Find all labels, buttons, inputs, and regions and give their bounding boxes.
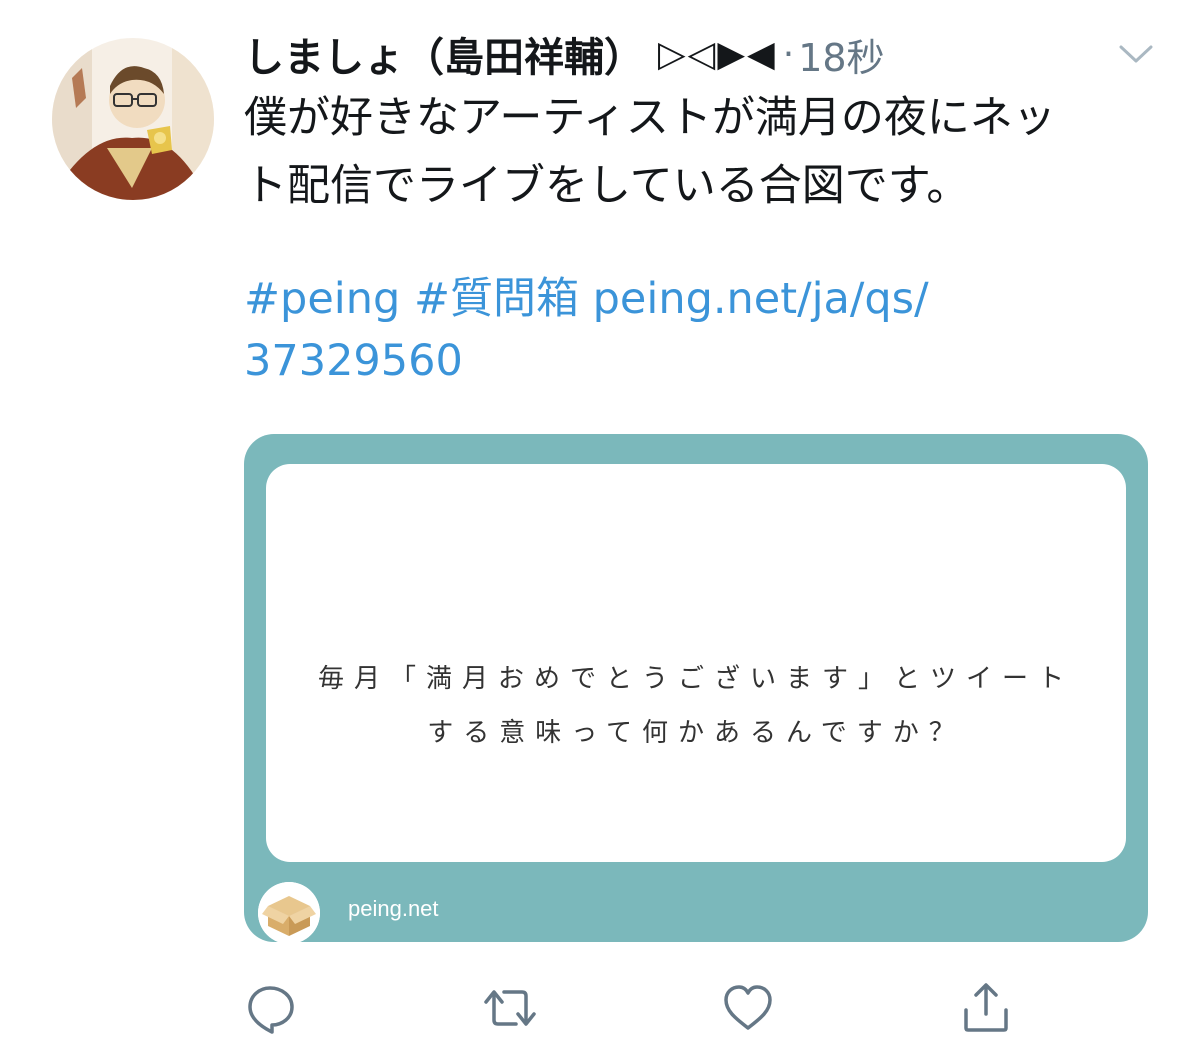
question-line: する意味って何かあるんですか？ — [427, 718, 965, 748]
avatar-photo — [52, 38, 214, 200]
link-line[interactable]: 37329560 — [244, 330, 1164, 392]
tweet: しましょ（島田祥輔） ▷◁▶◀ · 18秒 僕が好きなアーティストが満月の夜にネ… — [0, 0, 1200, 1061]
question-text: 毎月「満月おめでとうございます」とツイート する意味って何かあるんですか？ — [266, 652, 1126, 760]
retweet-icon[interactable] — [482, 980, 538, 1036]
tweet-links[interactable]: #peing #質問箱 peing.net/ja/qs/ 37329560 — [244, 268, 1164, 392]
action-bar — [0, 980, 1200, 1040]
separator-dot: · — [782, 33, 795, 75]
link-card[interactable]: 毎月「満月おめでとうございます」とツイート する意味って何かあるんですか？ pe… — [244, 434, 1148, 942]
tweet-text: 僕が好きなアーティストが満月の夜にネッ ト配信でライブをしている合図です。 — [244, 84, 1164, 220]
tweet-text-line: ト配信でライブをしている合図です。 — [244, 161, 970, 211]
question-line: 毎月「満月おめでとうございます」とツイート — [317, 664, 1074, 694]
reply-icon[interactable] — [242, 980, 298, 1036]
like-icon[interactable] — [720, 980, 776, 1036]
question-panel: 毎月「満月おめでとうございます」とツイート する意味って何かあるんですか？ — [266, 464, 1126, 862]
timestamp[interactable]: 18秒 — [798, 27, 884, 82]
avatar[interactable] — [52, 38, 214, 200]
share-icon[interactable] — [958, 980, 1014, 1036]
chevron-down-icon[interactable] — [1118, 42, 1154, 66]
tweet-text-line: 僕が好きなアーティストが満月の夜にネッ — [244, 93, 1056, 143]
name-symbols: ▷◁▶◀ — [658, 33, 777, 75]
peing-box-icon — [258, 882, 320, 942]
link-line[interactable]: #peing #質問箱 peing.net/ja/qs/ — [244, 268, 1164, 330]
tweet-header: しましょ（島田祥輔） ▷◁▶◀ · 18秒 — [244, 26, 885, 82]
display-name[interactable]: しましょ（島田祥輔） — [244, 25, 644, 83]
card-site: peing.net — [348, 896, 439, 921]
